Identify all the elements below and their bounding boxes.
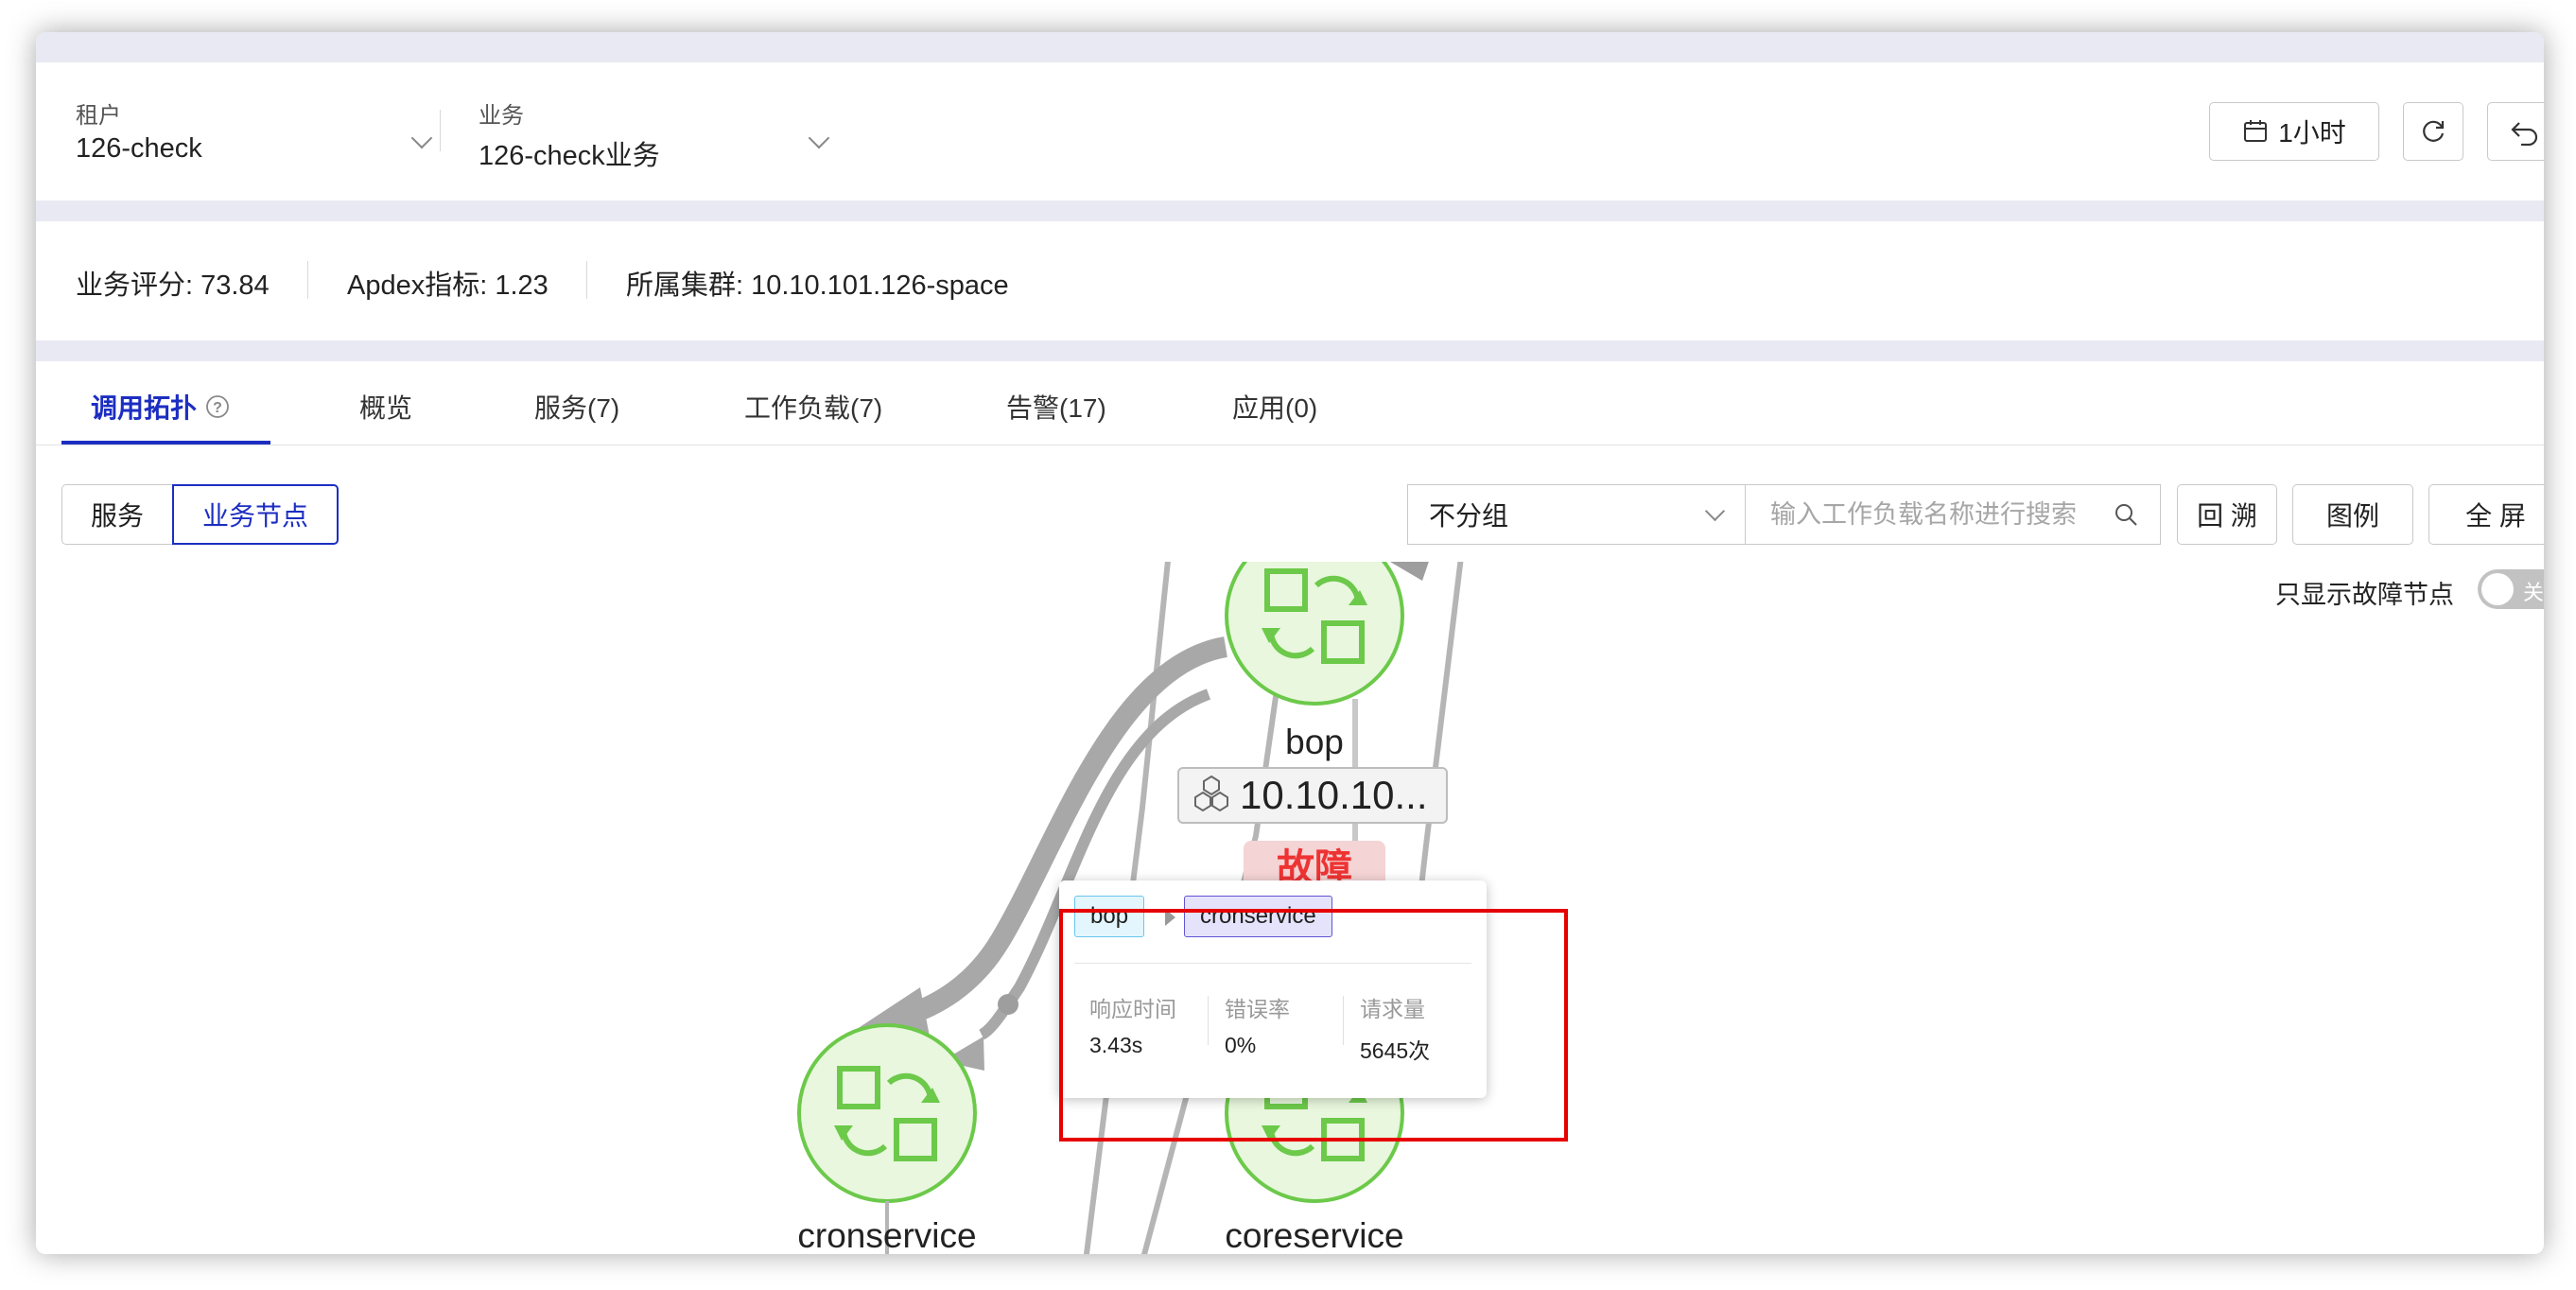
node-label-coreservice: coreservice — [1225, 1216, 1404, 1254]
edge-arrow — [1390, 562, 1429, 581]
cluster-icon — [1194, 775, 1228, 812]
app-window: 租户 126-check 业务 126-check业务 1小时 业务评分: 73… — [36, 32, 2544, 1254]
node-cronservice[interactable] — [797, 1023, 977, 1203]
node-label-bop: bop — [1285, 723, 1344, 761]
node-ip: 10.10.10... — [1240, 773, 1428, 817]
node-bop[interactable] — [1225, 528, 1404, 706]
node-ip-badge: 10.10.10... — [1177, 767, 1448, 824]
highlight-box — [1059, 909, 1568, 1142]
edge-handle[interactable] — [998, 994, 1018, 1015]
node-label-cronservice: cronservice — [797, 1216, 977, 1254]
